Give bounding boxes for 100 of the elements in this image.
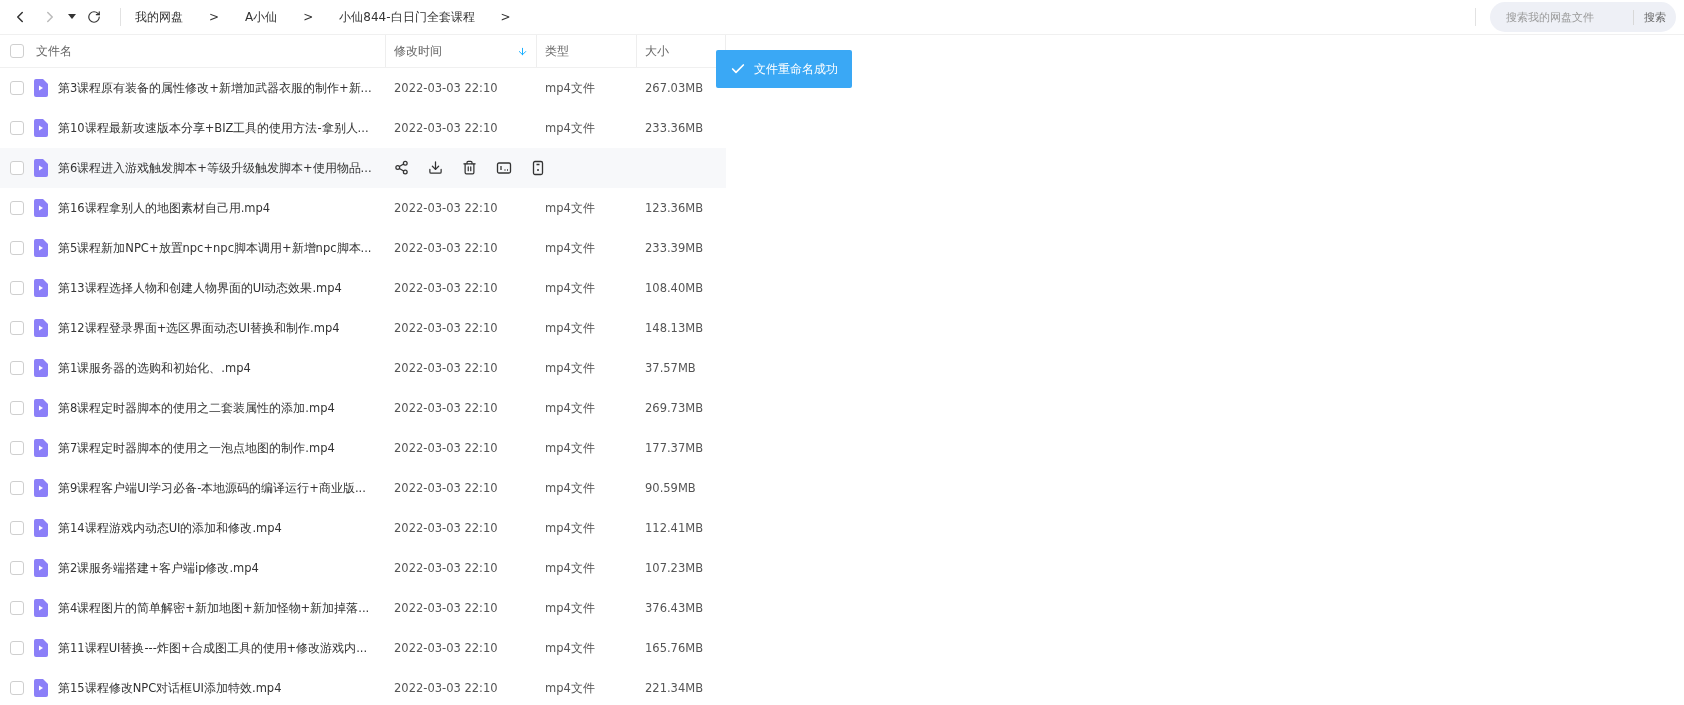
file-type: mp4文件 [544, 240, 596, 256]
file-type: mp4文件 [544, 80, 596, 96]
row-checkbox[interactable] [10, 161, 24, 175]
file-size: 376.43MB [644, 601, 705, 615]
file-name: 第12课程登录界面+选区界面动态UI替换和制作.mp4 [58, 320, 340, 336]
row-checkbox[interactable] [10, 561, 24, 575]
modified-time: 2022-03-03 22:10 [393, 521, 499, 535]
download-button[interactable] [428, 160, 444, 176]
video-file-icon [34, 599, 48, 617]
file-size: 233.39MB [644, 241, 705, 255]
file-type: mp4文件 [544, 320, 596, 336]
modified-time: 2022-03-03 22:10 [393, 681, 499, 695]
file-row[interactable]: 第6课程进入游戏触发脚本+等级升级触发脚本+使用物品... [0, 148, 726, 188]
column-header[interactable]: 修改时间 [386, 35, 537, 67]
video-file-icon [34, 79, 48, 97]
row-checkbox[interactable] [10, 521, 24, 535]
file-name: 第8课程定时器脚本的使用之二套装属性的添加.mp4 [58, 400, 335, 416]
video-file-icon [34, 199, 48, 217]
file-name: 第14课程游戏内动态UI的添加和修改.mp4 [58, 520, 282, 536]
video-file-icon [34, 159, 48, 177]
toast-message: 文件重命名成功 [754, 60, 838, 78]
rename-button[interactable] [496, 160, 512, 176]
row-checkbox[interactable] [10, 241, 24, 255]
file-name: 第15课程修改NPC对话框UI添加特效.mp4 [58, 680, 282, 696]
breadcrumb-link[interactable]: A小仙 [245, 8, 278, 26]
video-file-icon [34, 679, 48, 697]
video-file-icon [34, 479, 48, 497]
modified-time: 2022-03-03 22:10 [393, 81, 499, 95]
file-name: 第1课服务器的选购和初始化、.mp4 [58, 360, 251, 376]
row-checkbox[interactable] [10, 481, 24, 495]
more-button[interactable] [530, 160, 546, 176]
search-field[interactable]: 搜索我的网盘文件 搜索 [1490, 2, 1676, 32]
row-checkbox[interactable] [10, 81, 24, 95]
breadcrumb-link[interactable]: 小仙844-白日门全套课程 [339, 8, 475, 26]
file-size: 37.57MB [644, 361, 697, 375]
modified-time: 2022-03-03 22:10 [393, 201, 499, 215]
row-checkbox[interactable] [10, 201, 24, 215]
row-checkbox[interactable] [10, 441, 24, 455]
file-name: 第10课程最新攻速版本分享+BIZ工具的使用方法-拿别人... [58, 120, 369, 136]
file-type: mp4文件 [544, 200, 596, 216]
file-size: 233.36MB [644, 121, 705, 135]
video-file-icon [34, 399, 48, 417]
file-name: 第3课程原有装备的属性修改+新增加武器衣服的制作+新... [58, 80, 372, 96]
file-size: 148.13MB [644, 321, 705, 335]
file-size: 123.36MB [644, 201, 705, 215]
file-name: 第6课程进入游戏触发脚本+等级升级触发脚本+使用物品... [58, 160, 372, 176]
file-type: mp4文件 [544, 440, 596, 456]
file-name: 第16课程拿别人的地图素材自己用.mp4 [58, 200, 271, 216]
video-file-icon [34, 239, 48, 257]
file-name: 第7课程定时器脚本的使用之一泡点地图的制作.mp4 [58, 440, 335, 456]
modified-time: 2022-03-03 22:10 [393, 361, 499, 375]
row-checkbox[interactable] [10, 401, 24, 415]
row-checkbox[interactable] [10, 121, 24, 135]
search-button[interactable]: 搜索 [1633, 9, 1666, 25]
row-checkbox[interactable] [10, 321, 24, 335]
modified-time: 2022-03-03 22:10 [393, 641, 499, 655]
modified-time: 2022-03-03 22:10 [393, 481, 499, 495]
select-all-checkbox[interactable] [10, 44, 24, 58]
video-file-icon [34, 319, 48, 337]
modified-time: 2022-03-03 22:10 [393, 561, 499, 575]
breadcrumb-separator: > [302, 10, 315, 24]
file-type: mp4文件 [544, 360, 596, 376]
file-name: 第9课程客户端UI学习必备-本地源码的编译运行+商业版... [58, 480, 366, 496]
sort-arrow-icon [517, 45, 528, 57]
breadcrumb-separator: > [499, 10, 512, 24]
file-type: mp4文件 [544, 280, 596, 296]
refresh-icon[interactable] [87, 10, 101, 24]
file-type: mp4文件 [544, 640, 596, 656]
modified-time: 2022-03-03 22:10 [393, 121, 499, 135]
modified-time: 2022-03-03 22:10 [393, 601, 499, 615]
column-header[interactable]: 文件名 [32, 35, 386, 67]
video-file-icon [34, 119, 48, 137]
video-file-icon [34, 359, 48, 377]
modified-time: 2022-03-03 22:10 [393, 281, 499, 295]
file-size: 269.73MB [644, 401, 705, 415]
dropdown-caret-icon[interactable] [68, 14, 76, 20]
file-type: mp4文件 [544, 600, 596, 616]
file-type: mp4文件 [544, 400, 596, 416]
file-size: 177.37MB [644, 441, 705, 455]
modified-time: 2022-03-03 22:10 [393, 241, 499, 255]
file-name: 第13课程选择人物和创建人物界面的UI动态效果.mp4 [58, 280, 342, 296]
row-checkbox[interactable] [10, 641, 24, 655]
file-type: mp4文件 [544, 560, 596, 576]
row-checkbox[interactable] [10, 361, 24, 375]
file-type: mp4文件 [544, 120, 596, 136]
breadcrumb-link[interactable]: 我的网盘 [135, 8, 183, 26]
breadcrumb-separator: > [208, 10, 221, 24]
delete-button[interactable] [462, 160, 478, 176]
row-checkbox[interactable] [10, 601, 24, 615]
modified-time: 2022-03-03 22:10 [393, 401, 499, 415]
file-size: 90.59MB [644, 481, 697, 495]
video-file-icon [34, 639, 48, 657]
row-checkbox[interactable] [10, 681, 24, 695]
row-checkbox[interactable] [10, 281, 24, 295]
share-button[interactable] [394, 160, 410, 176]
modified-time: 2022-03-03 22:10 [393, 321, 499, 335]
file-size: 165.76MB [644, 641, 705, 655]
column-header[interactable]: 类型 [537, 35, 637, 67]
modified-time: 2022-03-03 22:10 [393, 441, 499, 455]
file-name: 第5课程新加NPC+放置npc+npc脚本调用+新增npc脚本... [58, 240, 372, 256]
